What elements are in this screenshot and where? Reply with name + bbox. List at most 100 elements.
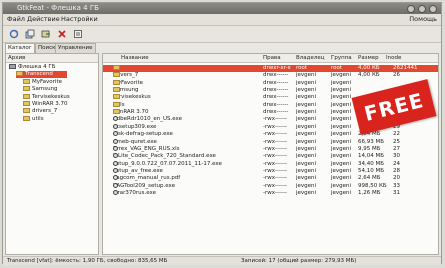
- maximize-icon[interactable]: [418, 5, 426, 13]
- cell-name: wrar370rus.exe: [113, 189, 157, 197]
- table-row[interactable]: setup_9.0.0.722_07.07.2011_11-17.exe -rwx…: [103, 160, 438, 168]
- cell-owner: jevgeni: [296, 182, 317, 189]
- cell-group: jevgeni: [331, 131, 352, 138]
- table-row[interactable]: K-Lite_Codec_Pack_720_Standard.exe -rwx--…: [103, 153, 438, 160]
- table-row[interactable]: Errex_VAG_ENG_RUS.xls -rwx------ jevgeni je…: [103, 145, 438, 153]
- table-row[interactable]: VAGTool209_setup.exe -rwx------ jevgeni jev…: [103, 182, 438, 190]
- tree-item-label: Samsung: [32, 86, 58, 93]
- cell-group: jevgeni: [331, 189, 352, 196]
- cell-group: jevgeni: [331, 175, 352, 182]
- col-name[interactable]: Название: [121, 54, 149, 62]
- tree-item[interactable]: MyFavorite: [23, 78, 62, 86]
- cell-name: disk-defrag-setup.exe: [113, 131, 173, 138]
- minimize-icon[interactable]: [407, 5, 415, 13]
- menu-file[interactable]: Файл: [7, 15, 25, 24]
- cell-owner: jevgeni: [296, 145, 317, 152]
- title-bar: GtkFeat - Флешка 4 ГБ: [3, 3, 441, 14]
- tree-item-label: utils: [32, 115, 44, 122]
- cell-size: 54,10 МБ: [358, 167, 385, 174]
- status-bar: Transcend [vfat]: ёмкость: 1,90 ГБ, своб…: [3, 256, 441, 265]
- window-title: GtkFeat - Флешка 4 ГБ: [17, 4, 99, 12]
- cell-owner: jevgeni: [296, 167, 317, 174]
- cell-name: setup_9.0.0.722_07.07.2011_11-17.exe: [113, 160, 222, 168]
- table-row[interactable]: wrar370rus.exe -rwx------ jevgeni jevgeni 1,…: [103, 189, 438, 197]
- cell-inode: 33: [393, 182, 400, 189]
- cell-perms: -rwx------: [263, 116, 287, 123]
- menu-settings[interactable]: Настройки: [61, 15, 98, 24]
- tree-item-label: Tervisekeskus: [32, 93, 70, 100]
- cell-name: dmeb-quret.exe: [113, 138, 157, 146]
- copy-icon[interactable]: [23, 28, 37, 40]
- cell-name: Errex_VAG_ENG_RUS.xls: [113, 145, 180, 153]
- file-icon: [113, 182, 118, 188]
- file-name: vagcom_manual_rus.pdf: [113, 175, 181, 182]
- table-row[interactable]: .. drwxr-xr-x root root 4,00 КБ 2621441: [103, 65, 438, 72]
- cell-name: Samsung: [113, 87, 139, 94]
- tree-item[interactable]: Флешка 4 ГБ: [9, 64, 55, 71]
- menu-action[interactable]: Действие: [27, 15, 60, 24]
- tree-item[interactable]: Samsung: [23, 86, 58, 93]
- tree-item[interactable]: Transcend: [16, 71, 67, 79]
- file-name: setup_av_free.exe: [113, 167, 163, 174]
- table-row[interactable]: vagcom_manual_rus.pdf -rwx------ jevgeni je…: [103, 175, 438, 182]
- tree-item[interactable]: drivers_7: [23, 108, 57, 115]
- file-icon: [113, 160, 118, 166]
- cell-owner: jevgeni: [296, 72, 317, 79]
- cell-inode: 28: [393, 167, 400, 174]
- properties-icon[interactable]: [71, 28, 85, 40]
- tree-item[interactable]: Tervisekeskus: [23, 93, 70, 101]
- cell-owner: jevgeni: [296, 189, 317, 196]
- refresh-icon[interactable]: [7, 28, 21, 40]
- tree-item[interactable]: utils: [23, 115, 44, 123]
- table-row[interactable]: dmeb-quret.exe -rwx------ jevgeni jevgeni 66…: [103, 138, 438, 146]
- folder-icon: [113, 101, 120, 107]
- file-icon: [113, 189, 118, 195]
- cell-group: jevgeni: [331, 109, 352, 116]
- cell-perms: drwx------: [263, 72, 289, 79]
- file-name: dmeb-quret.exe: [113, 138, 157, 145]
- tree-item[interactable]: WinRAR 3.70: [23, 101, 68, 108]
- cell-inode: 20: [393, 175, 400, 182]
- folder-icon: [23, 86, 30, 92]
- cell-inode: 2621441: [393, 65, 418, 71]
- col-size[interactable]: Размер: [358, 54, 379, 62]
- tab-catalog[interactable]: Каталог: [5, 43, 35, 53]
- folder-icon: [113, 109, 120, 115]
- table-row[interactable]: setup_av_free.exe -rwx------ jevgeni jevgen…: [103, 167, 438, 175]
- cell-name: setup_av_free.exe: [113, 167, 163, 175]
- tab-manage[interactable]: Управление: [55, 43, 96, 53]
- cell-perms: -rwx------: [263, 182, 287, 189]
- file-name: wrar370rus.exe: [113, 189, 157, 196]
- delete-icon[interactable]: [55, 28, 69, 40]
- file-name: VAGTool209_setup.exe: [113, 182, 175, 189]
- file-list: Название Права Владелец Группа Размер In…: [102, 53, 439, 255]
- cell-size: 4,00 КБ: [358, 65, 380, 71]
- cell-group: root: [331, 65, 343, 71]
- close-icon[interactable]: [429, 5, 437, 13]
- file-name: setup_9.0.0.722_07.07.2011_11-17.exe: [113, 160, 222, 167]
- cell-group: jevgeni: [331, 72, 352, 79]
- table-row[interactable]: disk-defrag-setup.exe -rwx------ jevgeni je…: [103, 131, 438, 138]
- cell-owner: jevgeni: [296, 153, 317, 160]
- col-group[interactable]: Группа: [331, 54, 352, 62]
- col-owner[interactable]: Владелец: [296, 54, 325, 62]
- table-row[interactable]: drivers_7 drwx------ jevgeni jevgeni 4,00 КБ…: [103, 72, 438, 79]
- col-inode[interactable]: Inode: [386, 54, 401, 62]
- cell-inode: 26: [393, 72, 400, 79]
- cell-name: MyFavorite: [113, 79, 143, 87]
- table-row[interactable]: MyFavorite drwx------ jevgeni jevgeni: [103, 79, 438, 87]
- folder-icon: [113, 65, 120, 70]
- move-icon[interactable]: [39, 28, 53, 40]
- drive-icon: [9, 64, 16, 69]
- cell-name: drivers_7: [113, 72, 138, 79]
- cell-size: 14,04 МБ: [358, 153, 385, 160]
- cell-size: 9,95 МБ: [358, 145, 381, 152]
- cell-size: 998,50 КБ: [358, 182, 387, 189]
- col-perms[interactable]: Права: [263, 54, 281, 62]
- menu-help[interactable]: Помощь: [409, 15, 437, 24]
- cell-group: jevgeni: [331, 145, 352, 152]
- cell-name: ccsetup309.exe: [113, 123, 156, 131]
- tree-item-label: WinRAR 3.70: [32, 101, 68, 107]
- cell-perms: drwx------: [263, 79, 289, 86]
- cell-perms: -rwx------: [263, 167, 287, 174]
